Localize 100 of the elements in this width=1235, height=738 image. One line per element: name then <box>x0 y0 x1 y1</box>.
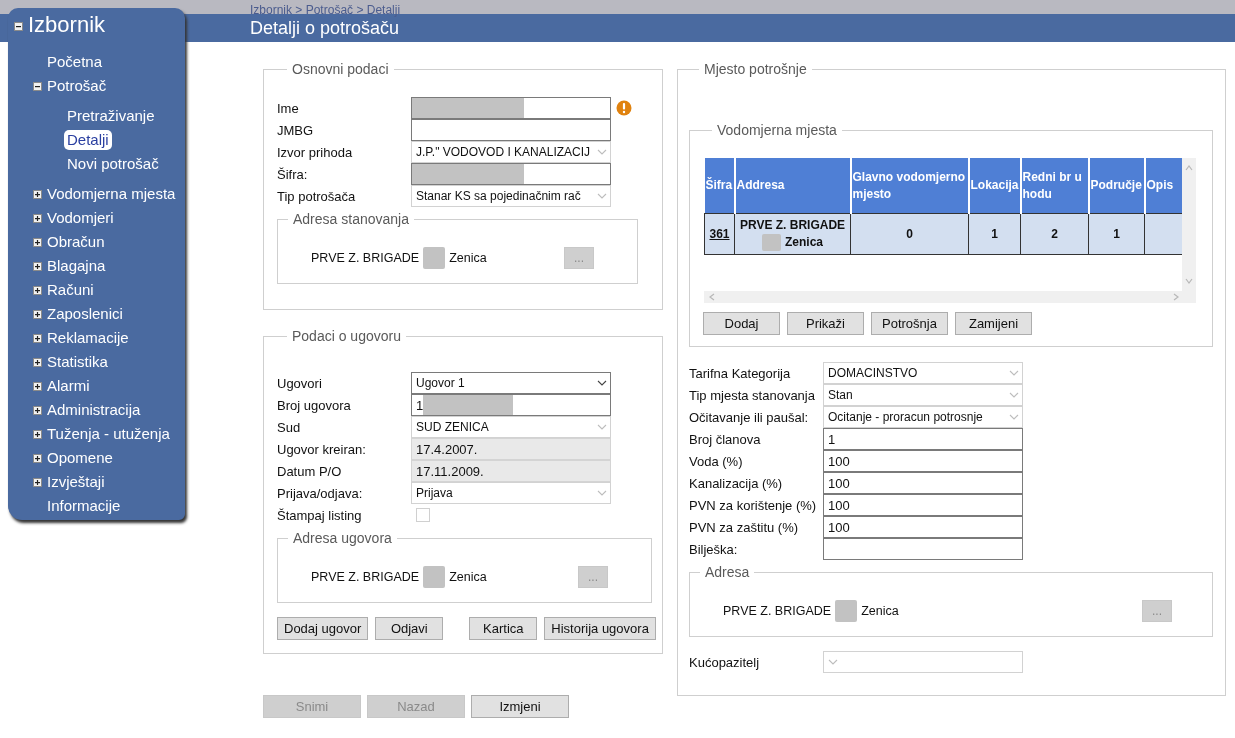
expand-icon[interactable] <box>33 189 42 199</box>
column-header[interactable]: Addresa <box>734 158 851 214</box>
field-label: Šifra: <box>277 166 309 182</box>
expand-icon[interactable] <box>33 213 42 223</box>
sidebar-item[interactable]: Obračun <box>47 232 105 252</box>
city-text: Zenica <box>785 234 823 251</box>
expand-icon[interactable] <box>33 429 42 439</box>
sidebar-item[interactable]: Zaposlenici <box>47 304 123 324</box>
checkbox[interactable] <box>416 508 430 522</box>
section-legend: Podaci o ugovoru <box>287 328 406 344</box>
action-button[interactable]: Historija ugovora <box>544 617 656 640</box>
breadcrumb: Izbornik > Potrošač > Detalji <box>250 3 401 17</box>
sidebar-item[interactable]: Početna <box>47 52 103 72</box>
read-only-field: 17.4.2007. <box>411 438 611 460</box>
redaction-block <box>762 234 781 251</box>
chevron-icon <box>597 149 607 155</box>
sidebar-item[interactable]: Vodomjerna mjesta <box>47 184 176 204</box>
sidebar-item[interactable]: Vodomjeri <box>47 208 114 228</box>
input-field[interactable] <box>411 163 611 185</box>
sidebar-item[interactable]: Pretraživanje <box>67 106 155 126</box>
input-field[interactable] <box>411 119 611 141</box>
sidebar-item[interactable]: Izvještaji <box>47 472 105 492</box>
code-link[interactable]: 361 <box>709 227 730 241</box>
input-field[interactable] <box>823 538 1023 560</box>
expand-icon[interactable] <box>33 309 42 319</box>
street-text: PRVE Z. BRIGADE <box>723 604 832 618</box>
field-label: Kućopazitelj <box>689 654 761 670</box>
input-field[interactable]: 100 <box>823 494 1023 516</box>
field-label: Ime <box>277 100 300 116</box>
column-header[interactable]: Opis <box>1144 158 1182 214</box>
field-label: Bilješka: <box>689 541 739 557</box>
field-label: Štampaj listing <box>277 507 363 523</box>
input-field[interactable]: 100 <box>823 472 1023 494</box>
table-cell: 1 <box>968 213 1021 255</box>
table-cell: 2 <box>1020 213 1089 255</box>
collapse-icon[interactable] <box>33 81 42 91</box>
action-button[interactable]: Zamijeni <box>955 312 1032 335</box>
chevron-icon <box>1009 392 1019 398</box>
column-header[interactable]: Lokacija <box>968 158 1021 214</box>
action-button[interactable]: Kartica <box>469 617 538 640</box>
action-button[interactable]: Odjavi <box>375 617 444 640</box>
dropdown[interactable]: Ugovor 1 <box>411 372 611 394</box>
input-field[interactable] <box>411 97 611 119</box>
field-label: PVN za zaštitu (%) <box>689 519 800 535</box>
field-label: Tip potrošača <box>277 188 357 204</box>
chevron-icon <box>1009 370 1019 376</box>
field-label: Ugovori <box>277 375 323 391</box>
table-cell: 1 <box>1088 213 1145 255</box>
city-text: Zenica <box>861 604 899 618</box>
sidebar-item[interactable]: Alarmi <box>47 376 90 396</box>
field-label: Tip mjesta stanovanja <box>689 387 816 403</box>
section-legend: Osnovni podaci <box>287 61 394 77</box>
expand-icon[interactable] <box>33 261 42 271</box>
redaction-block <box>423 247 446 269</box>
column-header[interactable]: Šifra <box>704 158 735 214</box>
sidebar-item[interactable]: Statistika <box>47 352 108 372</box>
input-field[interactable]: 1 <box>823 428 1023 450</box>
expand-icon[interactable] <box>33 405 42 415</box>
chevron-icon <box>597 424 607 430</box>
expand-icon[interactable] <box>33 285 42 295</box>
action-button[interactable]: Potrošnja <box>871 312 948 335</box>
field-label: Broj članova <box>689 431 762 447</box>
sidebar-item[interactable]: Detalji <box>64 130 112 150</box>
expand-icon[interactable] <box>33 381 42 391</box>
field-label: Sud <box>277 419 302 435</box>
city-text: Zenica <box>449 570 487 584</box>
street-text: PRVE Z. BRIGADE <box>311 251 420 265</box>
sidebar-item[interactable]: Administracija <box>47 400 141 420</box>
action-button[interactable]: Dodaj <box>703 312 780 335</box>
field-label: Datum P/O <box>277 463 343 479</box>
sidebar-item[interactable]: Reklamacije <box>47 328 129 348</box>
column-header[interactable]: Glavno vodomjerno mjesto <box>850 158 969 214</box>
expand-icon[interactable] <box>33 333 42 343</box>
sidebar-item[interactable]: Računi <box>47 280 94 300</box>
sidebar-item[interactable]: Potrošač <box>47 76 107 96</box>
section-legend: Adresa <box>700 564 755 580</box>
field-label: Očitavanje ili paušal: <box>689 409 810 425</box>
expand-icon[interactable] <box>33 453 42 463</box>
input-field[interactable]: 100 <box>823 450 1023 472</box>
sidebar-item[interactable]: Tuženja - utuženja <box>47 424 170 444</box>
column-header[interactable]: Područje <box>1088 158 1145 214</box>
action-button[interactable]: Dodaj ugovor <box>277 617 369 640</box>
sidebar-item[interactable]: Opomene <box>47 448 113 468</box>
sidebar-item[interactable]: Novi potrošač <box>67 154 159 174</box>
chevron-icon <box>1009 414 1019 420</box>
input-field[interactable]: 1 <box>411 394 611 416</box>
input-field[interactable]: 100 <box>823 516 1023 538</box>
action-button[interactable]: Prikaži <box>787 312 864 335</box>
sidebar-item[interactable]: Informacije <box>47 496 121 516</box>
sidebar-item[interactable]: Blagajna <box>47 256 106 276</box>
expand-icon[interactable] <box>33 357 42 367</box>
section-legend: Mjesto potrošnje <box>699 61 812 77</box>
chevron-icon <box>828 659 838 665</box>
expand-icon[interactable] <box>33 237 42 247</box>
field-label: JMBG <box>277 122 315 138</box>
column-header[interactable]: Redni br u hodu <box>1020 158 1089 214</box>
field-label: Broj ugovora <box>277 397 352 413</box>
footer-button[interactable]: Izmjeni <box>471 695 569 718</box>
expand-icon[interactable] <box>33 477 42 487</box>
collapse-icon[interactable] <box>14 22 23 31</box>
